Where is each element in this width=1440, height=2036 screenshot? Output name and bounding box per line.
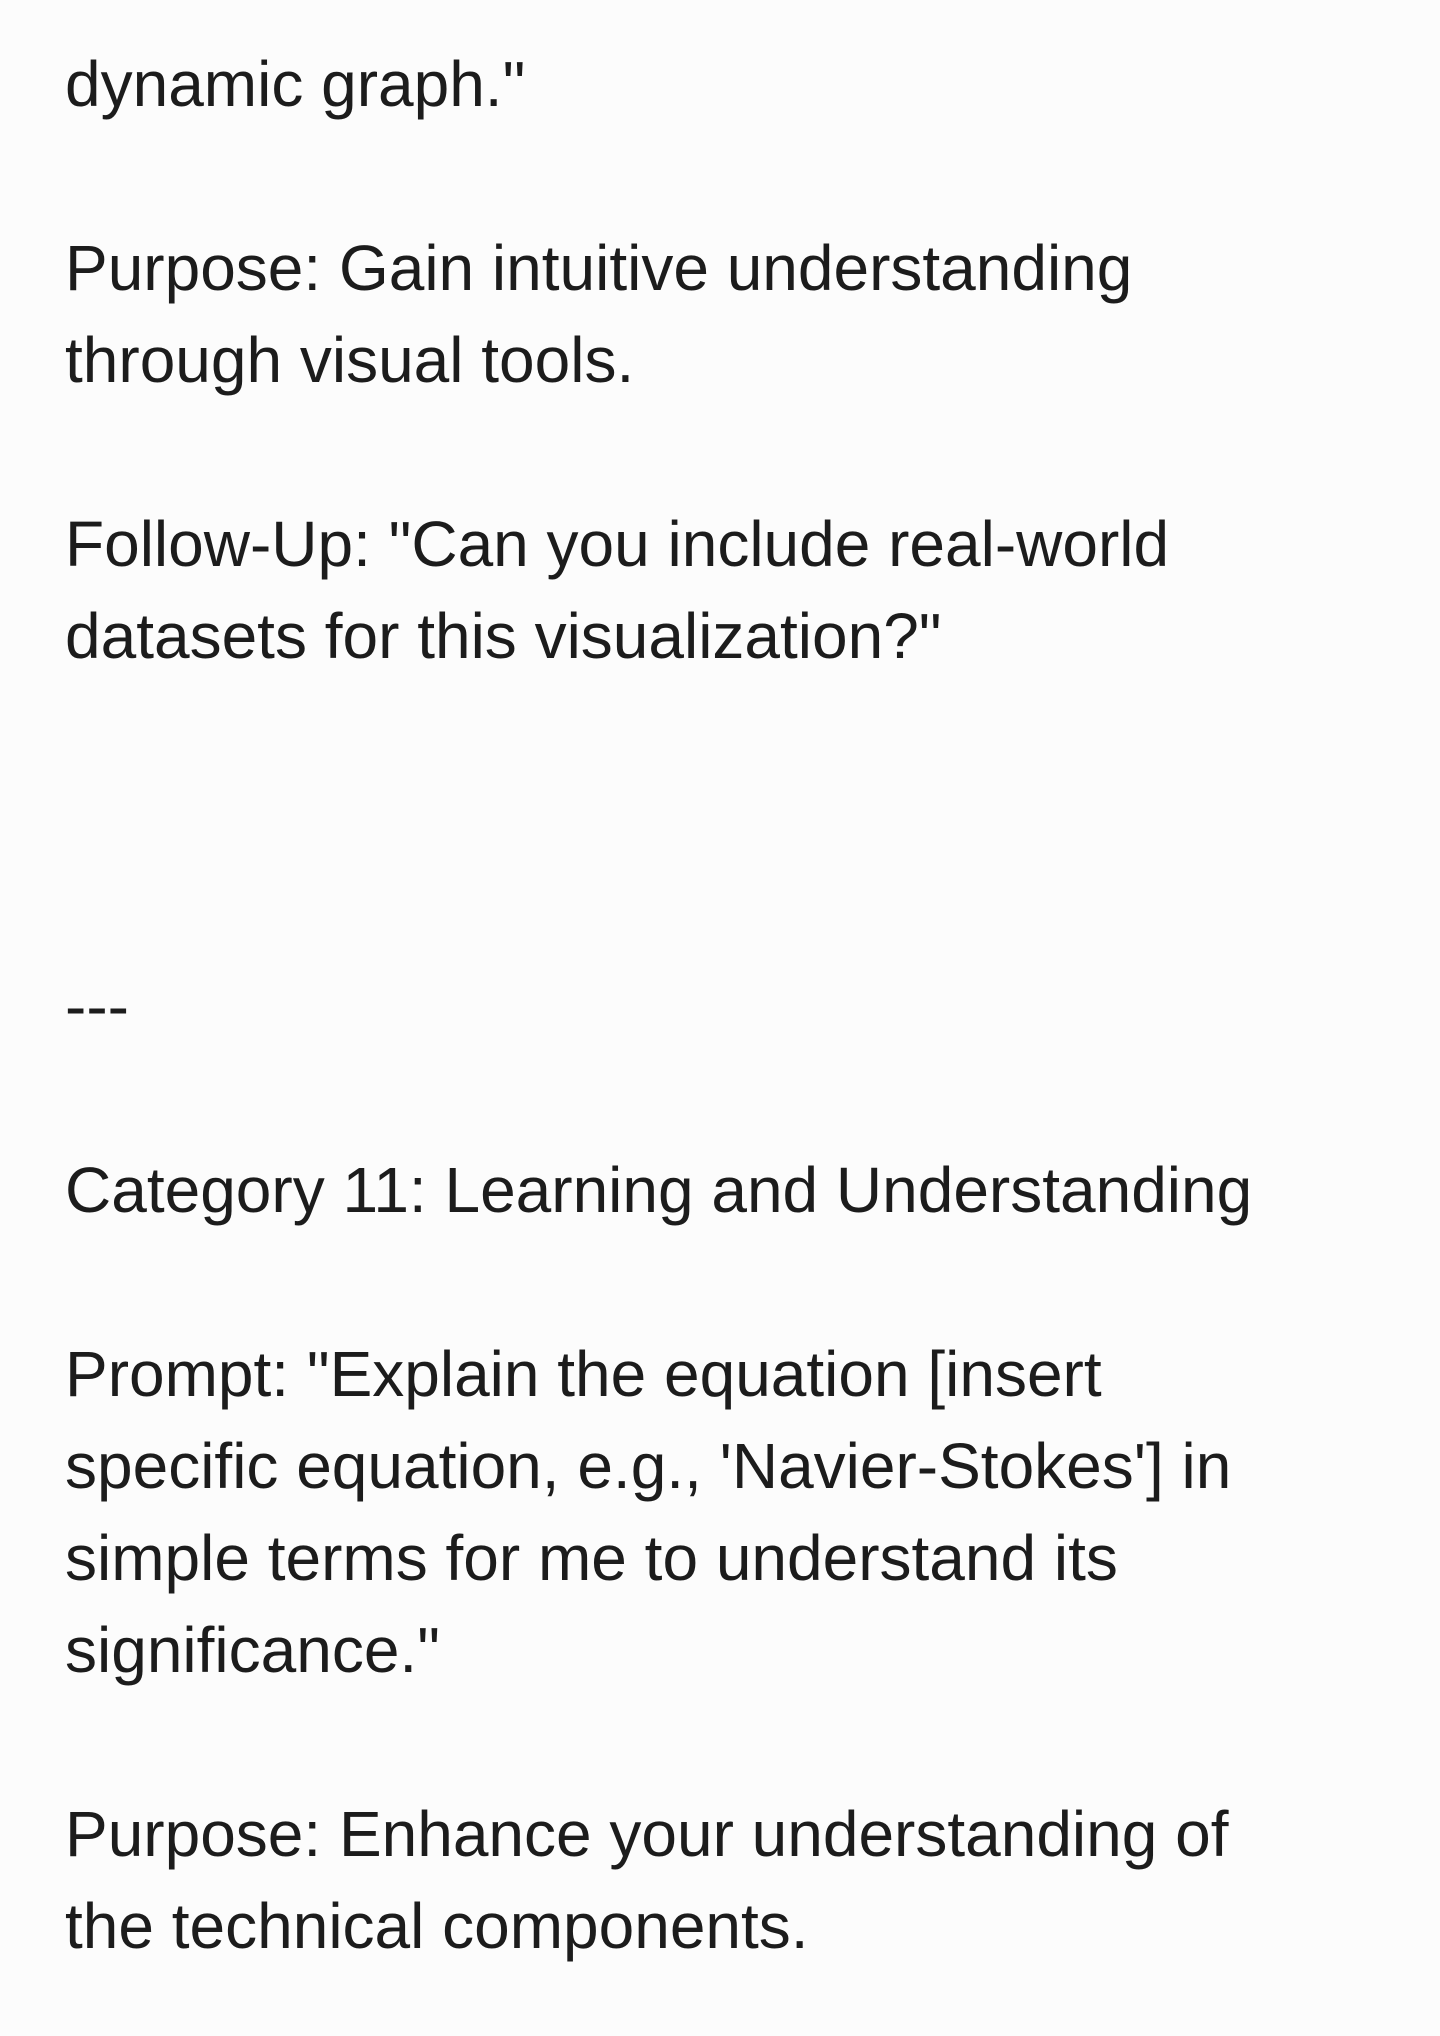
text-line-1: dynamic graph.": [65, 48, 526, 120]
purpose-2-line-2: the technical components.: [65, 1890, 809, 1962]
prompt-line-2: specific equation, e.g., 'Navier-Stokes'…: [65, 1430, 1232, 1502]
prompt-line-3: simple terms for me to understand its: [65, 1522, 1118, 1594]
purpose-line-2: through visual tools.: [65, 324, 635, 396]
follow-up-line-1: Follow-Up: "Can you include real-world: [65, 508, 1170, 580]
prompt-line-1: Prompt: "Explain the equation [insert: [65, 1338, 1102, 1410]
purpose-line-1: Purpose: Gain intuitive understanding: [65, 232, 1133, 304]
prompt-line-4: significance.": [65, 1614, 440, 1686]
purpose-2-line-1: Purpose: Enhance your understanding of: [65, 1798, 1229, 1870]
category-heading: Category 11: Learning and Understanding: [65, 1154, 1253, 1226]
follow-up-line-2: datasets for this visualization?": [65, 600, 942, 672]
section-divider: ---: [65, 970, 129, 1042]
